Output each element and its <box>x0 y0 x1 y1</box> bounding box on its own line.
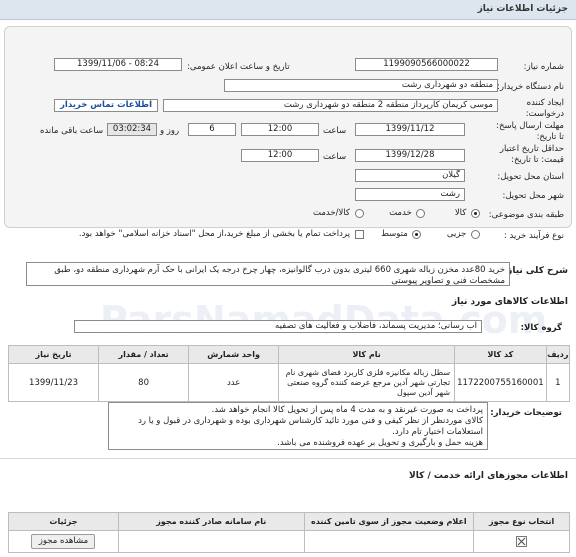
process-medium-label: متوسط <box>381 229 408 239</box>
col-name: نام کالا <box>278 345 456 364</box>
divider <box>0 458 576 459</box>
permit-col-system: نام سامانه صادر کننده مجوز <box>117 512 305 531</box>
row-number: 1 <box>545 363 571 402</box>
buyer-notes-label: توضیحات خریدار: <box>490 408 562 418</box>
province-label: استان محل تحویل: <box>497 172 564 182</box>
col-row: ردیف <box>545 345 571 364</box>
category-goods-service-label: کالا/خدمت <box>313 208 350 218</box>
permit-select-checkbox[interactable] <box>516 536 528 547</box>
category-service-radio[interactable] <box>416 208 426 218</box>
summary-label: شرح کلی نیاز: <box>503 266 568 276</box>
permits-title: اطلاعات مجوزهای ارائه خدمت / کالا <box>409 471 568 481</box>
permits-table: انتخاب نوع مجوز اعلام وضعیت مجوز از سوی … <box>8 512 570 553</box>
permit-select-cell <box>473 530 570 553</box>
announce-date-field[interactable]: 1399/11/06 - 08:24 <box>54 58 182 71</box>
row-date: 1399/11/23 <box>7 363 100 402</box>
summary-text[interactable]: خرید 80عدد مخزن زباله شهری 660 لیتری بدو… <box>26 262 510 286</box>
goods-group-label: گروه کالا: <box>520 323 562 333</box>
category-goods-radio[interactable] <box>471 208 480 218</box>
need-number-label: شماره نیاز: <box>523 62 564 72</box>
col-unit: واحد شمارش <box>188 345 280 364</box>
goods-table: ردیف کد کالا نام کالا واحد شمارش تعداد /… <box>7 345 571 402</box>
table-row: مشاهده مجوز <box>8 530 570 553</box>
deadline-time-label: ساعت <box>323 126 347 136</box>
table-row[interactable]: 1 1172200755160001 سطل زباله مکانیزه فلز… <box>7 363 571 402</box>
treasury-note: پرداخت تمام یا بخشی از مبلغ خرید،از محل … <box>78 229 350 239</box>
buyer-notes-box[interactable]: پرداخت به صورت غیرنقد و به مدت 4 ماه پس … <box>108 402 488 450</box>
treasury-checkbox[interactable] <box>354 229 364 239</box>
process-options: جزیی متوسط پرداخت تمام یا بخشی از مبلغ خ… <box>77 229 480 240</box>
creator-label: ایجاد کننده درخواست: <box>525 98 564 119</box>
permit-col-type: انتخاب نوع مجوز <box>473 512 570 531</box>
category-label: طبقه بندی موضوعی: <box>488 210 564 220</box>
process-minor-label: جزیی <box>446 229 467 239</box>
x-mark-icon <box>517 537 526 546</box>
buyer-org-label: نام دستگاه خریدار: <box>497 82 564 92</box>
permit-col-details: جزئیات <box>8 512 119 531</box>
creator-field[interactable]: موسی کریمان کارپرداز منطقه 2 منطقه دو شه… <box>163 99 498 112</box>
city-label: شهر محل تحویل: <box>502 191 564 201</box>
validity-time-label: ساعت <box>323 152 347 162</box>
view-permit-button[interactable]: مشاهده مجوز <box>31 534 96 549</box>
validity-date-field[interactable]: 1399/12/28 <box>355 149 465 162</box>
remaining-time-label: ساعت باقی مانده <box>40 126 104 136</box>
buyer-contact-link[interactable]: اطلاعات تماس خریدار <box>54 99 158 112</box>
buyer-notes-line-2: کالای موردنظر از نظر کیفی و فنی مورد تائ… <box>138 416 483 426</box>
announce-date-label: تاریخ و ساعت اعلان عمومی: <box>187 62 290 72</box>
row-unit: عدد <box>188 363 280 402</box>
city-field[interactable]: رشت <box>355 188 465 201</box>
buyer-org-field[interactable]: منطقه دو شهرداری رشت <box>224 79 498 92</box>
validity-time-field[interactable]: 12:00 <box>241 149 319 162</box>
process-medium-radio[interactable] <box>412 229 422 239</box>
permit-system-cell <box>117 530 305 553</box>
deadline-label: مهلت ارسال پاسخ: تا تاریخ: <box>496 121 564 142</box>
buyer-notes-line-3: استعلامات اختیار تام دارد. <box>392 427 483 437</box>
category-service-label: خدمت <box>389 208 412 218</box>
page-title: جزئیات اطلاعات نیاز <box>477 4 568 14</box>
remaining-time-field: 03:02:34 <box>107 123 157 136</box>
category-options: کالا خدمت کالا/خدمت <box>311 208 480 219</box>
days-label: روز و <box>160 126 180 136</box>
buyer-notes-line-4: هزینه حمل و بارگیری و تحویل بر عهده فروش… <box>277 438 483 448</box>
permit-status-cell <box>303 530 475 553</box>
page-header: جزئیات اطلاعات نیاز <box>0 0 576 20</box>
days-field[interactable]: 6 <box>188 123 236 136</box>
category-goods-label: کالا <box>454 208 467 218</box>
validity-label: حداقل تاریخ اعتبار قیمت: تا تاریخ: <box>499 144 564 165</box>
category-goods-service-radio[interactable] <box>354 208 364 218</box>
process-label: نوع فرآیند خرید : <box>503 231 564 241</box>
row-qty: 80 <box>98 363 190 402</box>
buyer-notes-line-1: پرداخت به صورت غیرنقد و به مدت 4 ماه پس … <box>211 405 483 415</box>
permit-details-cell: مشاهده مجوز <box>8 530 119 553</box>
row-name: سطل زباله مکانیزه فلزی کاربرد فضای شهری … <box>278 363 456 402</box>
permit-col-status: اعلام وضعیت مجوز از سوی تامین کننده <box>303 512 475 531</box>
row-code: 1172200755160001 <box>454 363 547 402</box>
col-qty: تعداد / مقدار <box>98 345 190 364</box>
permits-table-header: انتخاب نوع مجوز اعلام وضعیت مجوز از سوی … <box>8 512 570 531</box>
goods-group-field[interactable]: آب رسانی؛ مدیریت پسماند، فاضلاب و فعالیت… <box>74 320 482 333</box>
col-code: کد کالا <box>454 345 547 364</box>
goods-table-header: ردیف کد کالا نام کالا واحد شمارش تعداد /… <box>7 345 571 364</box>
deadline-time-field[interactable]: 12:00 <box>241 123 319 136</box>
process-minor-radio[interactable] <box>471 229 480 239</box>
province-field[interactable]: گیلان <box>355 169 465 182</box>
deadline-date-field[interactable]: 1399/11/12 <box>355 123 465 136</box>
need-number-field[interactable]: 1199090566000022 <box>355 58 498 71</box>
col-date: تاریخ نیاز <box>7 345 100 364</box>
